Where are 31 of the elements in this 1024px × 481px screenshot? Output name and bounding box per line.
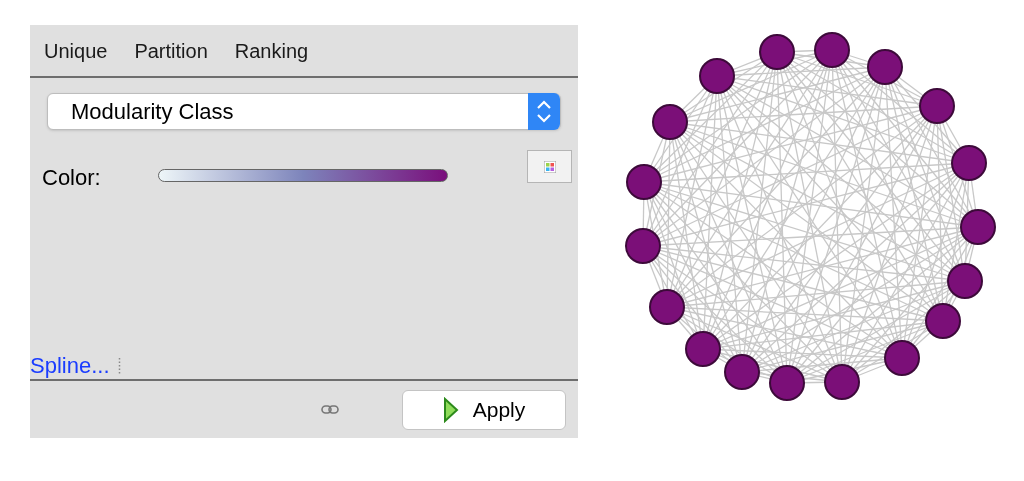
graph-node — [769, 365, 805, 401]
palette-icon — [543, 160, 556, 173]
graph-node — [625, 228, 661, 264]
graph-node — [960, 209, 996, 245]
play-icon — [442, 396, 459, 423]
graph-node — [925, 303, 961, 339]
graph-node — [649, 289, 685, 325]
apply-button[interactable]: Apply — [402, 389, 566, 430]
stepper-icon — [528, 93, 560, 130]
spline-link[interactable]: Spline... — [30, 355, 110, 377]
link-icon — [321, 405, 339, 414]
graph-node — [919, 88, 955, 124]
graph-node — [685, 331, 721, 367]
graph-node — [884, 340, 920, 376]
graph-node — [824, 364, 860, 400]
graph-node — [814, 32, 850, 68]
tab[interactable]: Unique — [44, 35, 108, 66]
grip-icon — [117, 357, 121, 375]
graph-node — [867, 49, 903, 85]
tab[interactable]: Ranking — [234, 35, 309, 66]
graph-node — [626, 164, 662, 200]
tab[interactable]: Partition — [134, 35, 208, 66]
graph-node — [947, 263, 983, 299]
graph-node — [652, 104, 688, 140]
gradient-bar[interactable] — [158, 169, 448, 182]
attribute-dropdown[interactable]: Modularity Class — [47, 93, 561, 130]
graph-node — [699, 58, 735, 94]
graph-node — [951, 145, 987, 181]
graph-node — [759, 34, 795, 70]
color-label: Color: — [42, 164, 101, 192]
graph-node — [724, 354, 760, 390]
